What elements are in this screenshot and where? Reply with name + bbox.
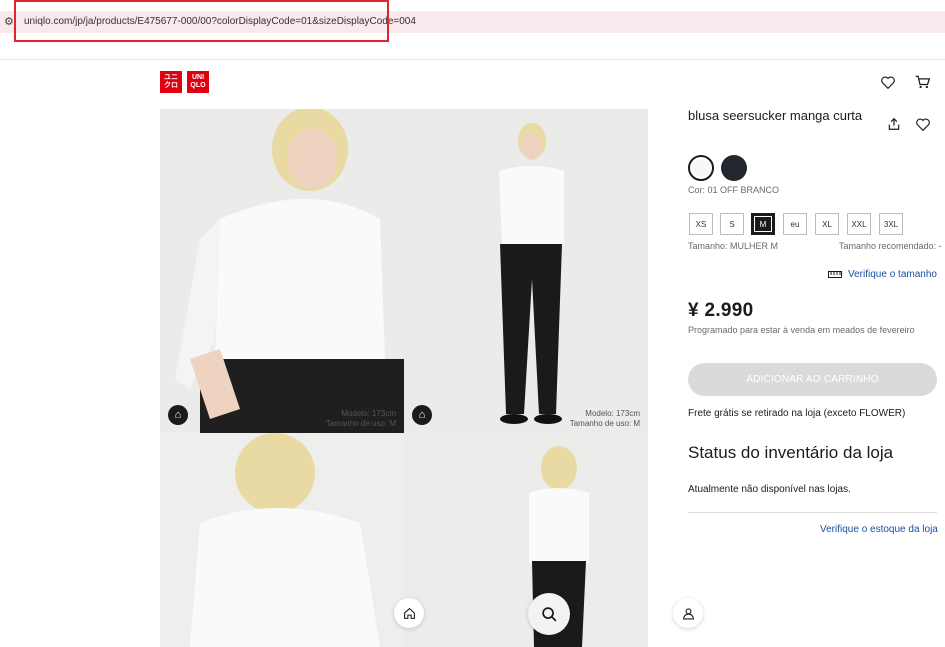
check-store-stock-link[interactable]: Verifique o estoque da loja	[820, 524, 938, 535]
user-icon	[682, 607, 694, 619]
model-note-2: Modelo: 173cm Tamanho de uso: M	[569, 409, 640, 428]
check-size-link[interactable]: Verifique o tamanho	[828, 269, 937, 280]
model-note-1: Modelo: 173cm Tamanho de uso: M	[325, 409, 396, 428]
ruler-icon	[828, 271, 842, 278]
size-m[interactable]: M	[751, 213, 775, 235]
color-swatch-off-white[interactable]	[688, 155, 714, 181]
product-image-1[interactable]: ⌂ Modelo: 173cm Tamanho de uso: M	[160, 109, 404, 433]
favorites-heart-icon[interactable]	[879, 73, 897, 91]
sale-note: Programado para estar à venda em meados …	[688, 325, 915, 335]
account-button[interactable]	[673, 598, 703, 628]
size-s[interactable]: S	[720, 213, 744, 235]
add-to-cart-button[interactable]: ADICIONAR AO CARRINHO	[688, 363, 937, 396]
logo-block-katakana: ユニ クロ	[160, 71, 182, 93]
search-button[interactable]	[528, 593, 570, 635]
header-divider	[0, 59, 945, 60]
product-image-2[interactable]: ⌂ Modelo: 173cm Tamanho de uso: M	[404, 109, 648, 433]
size-recommended: Tamanho recomendado: -	[839, 241, 942, 251]
logo-block-latin: UNI QLO	[187, 71, 209, 93]
color-swatch-navy[interactable]	[721, 155, 747, 181]
color-label: Cor: 01 OFF BRANCO	[688, 185, 780, 195]
uniqlo-logo[interactable]: ユニ クロ UNI QLO	[160, 71, 209, 93]
url-highlight-box	[14, 0, 389, 42]
size-3xl[interactable]: 3XL	[879, 213, 903, 235]
home-icon	[403, 607, 415, 619]
inventory-status: Atualmente não disponível nas lojas.	[688, 484, 851, 495]
size-xxl[interactable]: XXL	[847, 213, 871, 235]
hanger-icon[interactable]: ⌂	[412, 405, 432, 425]
size-label: Tamanho: MULHER M	[688, 241, 779, 251]
home-button[interactable]	[394, 598, 424, 628]
inventory-divider	[688, 512, 937, 513]
inventory-title: Status do inventário da loja	[688, 443, 894, 462]
size-xs[interactable]: XS	[689, 213, 713, 235]
product-image-3[interactable]	[160, 433, 404, 647]
shipping-note: Frete grátis se retirado na loja (exceto…	[688, 408, 906, 419]
search-icon	[541, 606, 556, 621]
hanger-icon[interactable]: ⌂	[168, 405, 188, 425]
product-image-4[interactable]	[404, 433, 648, 647]
cart-icon[interactable]	[913, 73, 931, 91]
product-title: blusa seersucker manga curta	[688, 108, 863, 123]
share-icon[interactable]	[885, 115, 903, 133]
size-xl[interactable]: XL	[815, 213, 839, 235]
wishlist-heart-icon[interactable]	[914, 115, 932, 133]
tune-icon[interactable]: ⚙	[4, 15, 14, 28]
price: ¥ 2.990	[688, 300, 754, 321]
product-gallery: ⌂ Modelo: 173cm Tamanho de uso: M ⌂ Model…	[160, 109, 648, 647]
size-l[interactable]: eu	[783, 213, 807, 235]
